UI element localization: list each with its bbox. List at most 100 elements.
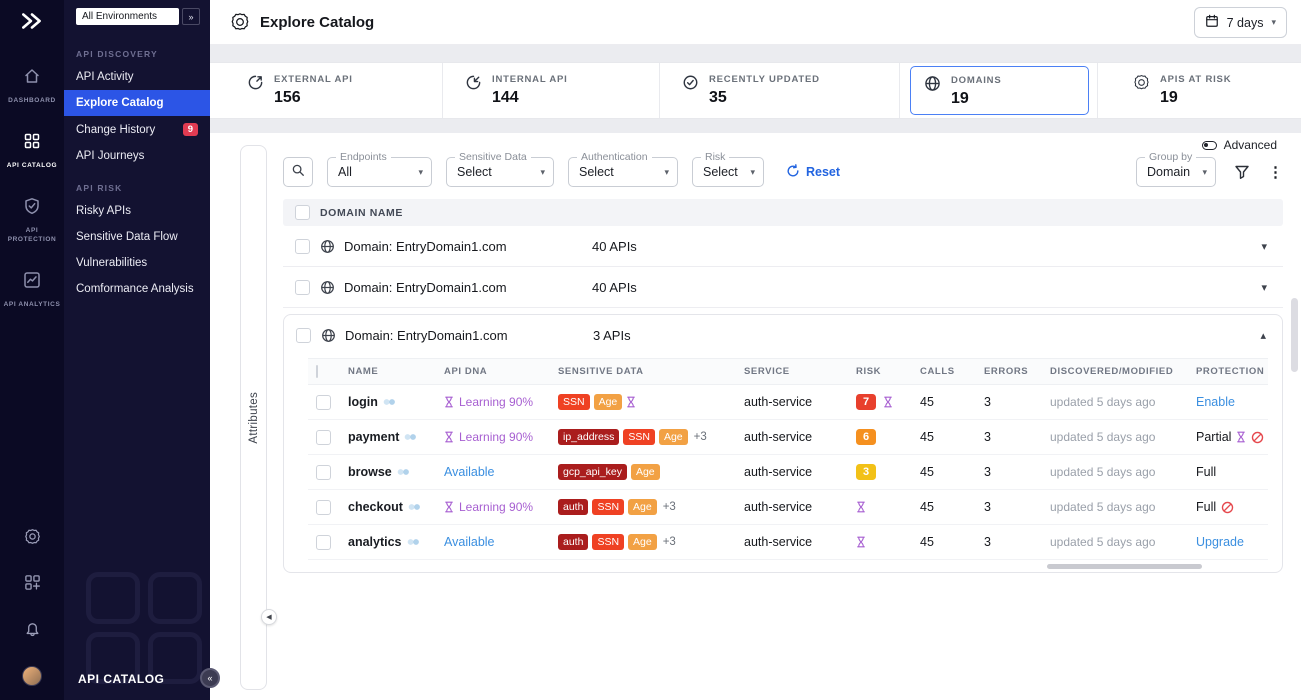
sidebar-item-api-activity[interactable]: API Activity [64, 64, 210, 90]
chevron-down-icon: ▾ [664, 166, 669, 177]
more-options-kebab-icon[interactable]: ⋮ [1268, 163, 1283, 181]
collapse-chevron-icon[interactable]: ▴ [1260, 329, 1266, 342]
rail-item-label: API ANALYTICS [3, 301, 61, 308]
row-checkbox[interactable] [316, 429, 331, 445]
prohibit-icon [1251, 431, 1264, 444]
domain-group-row[interactable]: Domain: EntryDomain1.com 3 APIs ▴ [284, 315, 1282, 356]
stat-card-internal-api[interactable]: INTERNAL API 144 [443, 63, 660, 118]
chevron-down-icon: ▾ [750, 166, 755, 177]
sidebar-item-change-history[interactable]: Change History 9 [64, 116, 210, 143]
sensitive-data-filter-select[interactable]: Sensitive Data Select ▾ [446, 151, 554, 187]
rail-item-api-catalog[interactable]: API CATALOG [2, 132, 62, 171]
date-range-value: 7 days [1226, 15, 1264, 30]
api-row[interactable]: browse Available gcp_api_key Age auth-se… [308, 455, 1268, 490]
api-row[interactable]: payment Learning 90% ip_address SSN Age … [308, 420, 1268, 455]
protection-status: Full [1196, 500, 1217, 514]
internal-api-icon [465, 74, 482, 118]
protection-status: Partial [1196, 430, 1232, 444]
expand-chevron-icon[interactable]: ▾ [1261, 240, 1267, 253]
expand-chevron-icon[interactable]: ▾ [1261, 281, 1267, 294]
sidebar-item-comformance-analysis[interactable]: Comformance Analysis [64, 276, 210, 302]
sensitive-data-badge: ip_address [558, 429, 620, 445]
more-badges-count[interactable]: +3 [694, 431, 707, 443]
row-checkbox[interactable] [316, 534, 331, 550]
row-checkbox[interactable] [296, 328, 311, 343]
notifications-bell-icon[interactable] [24, 620, 41, 642]
api-flags-icon [404, 432, 417, 442]
sensitive-data-badge: SSN [558, 394, 590, 410]
row-checkbox[interactable] [316, 499, 331, 515]
grid-icon [23, 132, 41, 155]
icon-rail: DASHBOARD API CATALOG API PROTECTION API… [0, 0, 64, 700]
stat-card-domains[interactable]: DOMAINS 19 [900, 63, 1098, 118]
toggle-icon [1201, 140, 1217, 150]
more-badges-count[interactable]: +3 [663, 536, 676, 548]
api-row[interactable]: analytics Available auth SSN Age +3 auth… [308, 525, 1268, 560]
sidebar-item-api-journeys[interactable]: API Journeys [64, 143, 210, 169]
chevron-down-icon: ▾ [1202, 166, 1207, 177]
sidebar-collapse-button[interactable]: « [200, 668, 220, 688]
row-checkbox[interactable] [295, 238, 310, 254]
stat-card-domains-selected: DOMAINS 19 [910, 66, 1089, 115]
hourglass-icon [856, 536, 866, 548]
chevron-down-icon: ▾ [540, 166, 545, 177]
user-avatar[interactable] [22, 666, 42, 686]
rail-item-api-analytics[interactable]: API ANALYTICS [2, 271, 62, 310]
sidebar-footer-title: API CATALOG [78, 672, 165, 686]
sidebar-item-vulnerabilities[interactable]: Vulnerabilities [64, 250, 210, 276]
risk-score-badge: 7 [856, 394, 877, 410]
attributes-panel[interactable]: Attributes [240, 145, 267, 690]
sidebar-item-sensitive-data-flow[interactable]: Sensitive Data Flow [64, 224, 210, 250]
sidebar-item-risky-apis[interactable]: Risky APIs [64, 198, 210, 224]
row-checkbox[interactable] [316, 394, 331, 410]
select-all-checkbox[interactable] [295, 205, 310, 220]
more-badges-count[interactable]: +3 [663, 501, 676, 513]
api-dna-available-link[interactable]: Available [444, 465, 495, 479]
domain-table-header: DOMAIN NAME [283, 199, 1283, 226]
api-dna-available-link[interactable]: Available [444, 535, 495, 549]
page-scrollbar[interactable] [1291, 298, 1298, 372]
widgets-icon[interactable] [24, 574, 41, 596]
reset-filters-button[interactable]: Reset [786, 164, 840, 181]
stat-card-recently-updated[interactable]: RECENTLY UPDATED 35 [660, 63, 900, 118]
protection-enable-link[interactable]: Enable [1196, 395, 1235, 409]
api-row[interactable]: login Learning 90% SSN Age auth-service … [308, 385, 1268, 420]
search-button[interactable] [283, 157, 313, 187]
api-flags-icon [408, 502, 421, 512]
stat-card-apis-at-risk[interactable]: APIS AT RISK 19 [1098, 63, 1301, 118]
group-by-select[interactable]: Group by Domain ▾ [1136, 151, 1216, 187]
api-count: 40 APIs [592, 279, 637, 295]
stat-card-external-api[interactable]: EXTERNAL API 156 [210, 63, 443, 118]
shield-icon [23, 197, 41, 220]
hourglass-icon [626, 396, 636, 408]
row-checkbox[interactable] [295, 279, 310, 295]
attributes-collapse-button[interactable]: ◀ [261, 609, 277, 625]
chevron-down-icon: ▾ [1271, 17, 1276, 27]
endpoints-filter-select[interactable]: Endpoints All ▾ [327, 151, 432, 187]
domain-group-row[interactable]: Domain: EntryDomain1.com 40 APIs ▾ [283, 267, 1283, 308]
app-logo-icon[interactable] [19, 10, 45, 37]
advanced-toggle[interactable]: Advanced [1201, 138, 1277, 152]
api-row[interactable]: checkout Learning 90% auth SSN Age +3 au… [308, 490, 1268, 525]
environment-expand-button[interactable]: » [182, 8, 200, 25]
rail-item-api-protection[interactable]: API PROTECTION [2, 197, 62, 246]
hourglass-icon [856, 501, 866, 513]
settings-gear-icon[interactable] [24, 528, 41, 550]
domain-group-row[interactable]: Domain: EntryDomain1.com 40 APIs ▾ [283, 226, 1283, 267]
select-all-checkbox[interactable] [316, 365, 318, 378]
risk-filter-select[interactable]: Risk Select ▾ [692, 151, 764, 187]
risk-score-badge: 6 [856, 429, 877, 445]
horizontal-scrollbar[interactable] [1047, 564, 1202, 569]
authentication-filter-select[interactable]: Authentication Select ▾ [568, 151, 678, 187]
row-checkbox[interactable] [316, 464, 331, 480]
domain-column-header: DOMAIN NAME [320, 206, 404, 219]
date-range-select[interactable]: 7 days ▾ [1193, 7, 1287, 38]
globe-icon [924, 75, 941, 114]
main-area: Explore Catalog 7 days ▾ EXTERNAL API 15… [210, 0, 1301, 700]
filter-funnel-icon[interactable] [1234, 164, 1250, 180]
protection-upgrade-link[interactable]: Upgrade [1196, 535, 1244, 549]
rail-item-dashboard[interactable]: DASHBOARD [2, 67, 62, 106]
environment-select[interactable]: All Environments [76, 8, 179, 25]
sensitive-data-badge: gcp_api_key [558, 464, 627, 480]
sidebar-item-explore-catalog[interactable]: Explore Catalog [64, 90, 210, 116]
